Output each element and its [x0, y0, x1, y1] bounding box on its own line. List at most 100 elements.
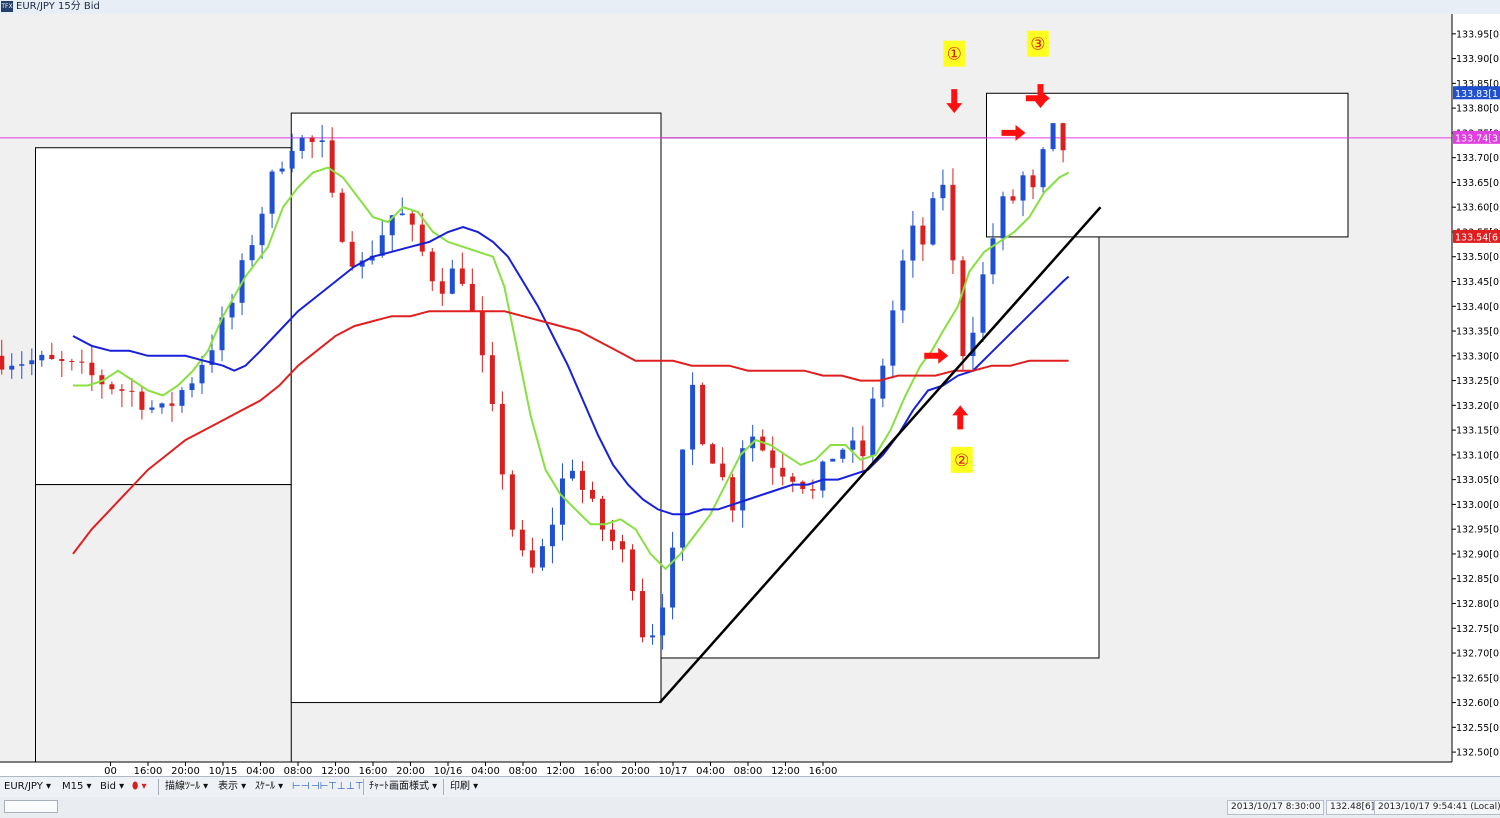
candle-body: [950, 184, 956, 261]
chevron-down-icon: ▾: [470, 781, 479, 792]
scale-menu[interactable]: ｽｹｰﾙ ▾: [255, 780, 283, 794]
chevron-down-icon: ▾: [42, 781, 52, 792]
zoom-in-icon[interactable]: ⊣⊢: [311, 781, 328, 793]
candle-body: [19, 364, 25, 366]
print-menu[interactable]: 印刷 ▾: [450, 780, 478, 794]
price-tick-label: 132.50[0]: [1456, 748, 1500, 759]
time-tick-label: 16:00: [584, 766, 613, 776]
local-time: 2013/10/17 9:54:41 (Local): [1374, 800, 1500, 815]
time-tick-label: 12:00: [546, 766, 575, 776]
candle-body: [189, 383, 195, 391]
candle-body: [379, 235, 385, 256]
toolbar-divider: [443, 779, 444, 795]
print-label: 印刷: [450, 781, 470, 792]
price-tick-label: 133.10[0]: [1456, 450, 1500, 461]
price-type-select[interactable]: Bid ▾: [100, 780, 124, 794]
candle-body: [670, 547, 676, 608]
candle-body: [790, 476, 796, 482]
candle-body: [349, 241, 355, 267]
symbol-select[interactable]: EUR/JPY ▾: [4, 780, 51, 794]
price-tick-label: 133.95[0]: [1456, 29, 1500, 40]
drawing-tools-menu[interactable]: 描線ﾂｰﾙ ▾: [165, 780, 208, 794]
price-tick-label: 133.80[0]: [1456, 104, 1500, 115]
price-tick-label: 133.35[0]: [1456, 327, 1500, 338]
price-tick-label: 133.45[0]: [1456, 277, 1500, 288]
candle-body: [269, 171, 275, 214]
chart-style-menu[interactable]: ﾁｬｰﾄ画面様式 ▾: [369, 780, 437, 794]
chart-style-label: ﾁｬｰﾄ画面様式: [369, 781, 429, 792]
candle-body: [770, 450, 776, 468]
candle-body: [479, 311, 485, 356]
display-label: 表示: [218, 781, 238, 792]
color-drop-icon[interactable]: ⬮ ▾: [132, 781, 146, 793]
candle-body: [710, 444, 716, 464]
candle-body: [960, 260, 966, 357]
scale-label: ｽｹｰﾙ: [255, 781, 275, 792]
time-tick-label: 08:00: [734, 766, 763, 776]
chevron-down-icon: ▾: [429, 781, 438, 792]
candle-body: [109, 384, 115, 390]
candle-body: [980, 274, 986, 333]
candle-body: [640, 591, 646, 638]
candle-body: [910, 225, 916, 261]
candle-body: [1050, 123, 1056, 150]
chevron-down-icon: ▾: [116, 781, 125, 792]
candle-body: [690, 384, 696, 450]
candle-body: [29, 360, 35, 365]
candle-body: [289, 150, 295, 169]
chevron-down-icon: ▾: [238, 781, 247, 792]
annotation-label: ②: [954, 451, 969, 471]
price-tick-label: 132.85[0]: [1456, 574, 1500, 585]
candle-body: [529, 550, 535, 568]
candle-body: [810, 489, 816, 491]
chart-area[interactable]: ①②③ 133.95[0]133.90[0]133.85[0]133.80[0]1…: [0, 14, 1500, 776]
candle-body: [49, 354, 55, 360]
range-box[interactable]: [35, 484, 292, 763]
title-bar: TFX EUR/JPY 15分 Bid: [0, 0, 1500, 15]
candle-body: [299, 137, 305, 151]
range-box[interactable]: [290, 112, 662, 704]
candle-body: [519, 529, 525, 551]
candle-body: [309, 137, 315, 143]
candle-body: [59, 359, 65, 361]
candle-body: [39, 354, 45, 361]
time-tick-label: 10/16: [434, 766, 463, 776]
price-tick-label: 133.15[0]: [1456, 426, 1500, 437]
candle-body: [489, 355, 495, 404]
timeframe-select[interactable]: M15 ▾: [62, 780, 92, 794]
annotation-label: ③: [1030, 35, 1045, 55]
time-tick-label: 04:00: [246, 766, 275, 776]
candle-body: [279, 168, 285, 172]
window-title: EUR/JPY 15分 Bid: [16, 1, 100, 12]
candle-body: [610, 529, 616, 542]
horizontal-scrollbar[interactable]: [4, 800, 58, 813]
candle-body: [249, 245, 255, 261]
candle-body: [459, 268, 465, 284]
price-tick-label: 133.65[0]: [1456, 178, 1500, 189]
time-tick-label: 16:00: [134, 766, 163, 776]
price-tick-label: 132.95[0]: [1456, 525, 1500, 536]
candle-body: [820, 461, 826, 491]
timeframe-label: M15: [62, 781, 84, 792]
price-tick-label: 132.65[0]: [1456, 673, 1500, 684]
expand-vertical-icon[interactable]: ⊤⊥: [328, 781, 345, 793]
shrink-vertical-icon[interactable]: ⊥⊤: [346, 781, 363, 793]
candle-body: [840, 449, 846, 459]
candle-body: [179, 390, 185, 406]
zoom-out-icon[interactable]: ⊢⊣: [292, 781, 309, 793]
price-label-text: 133.74[3: [1455, 133, 1498, 144]
candle-body: [449, 268, 455, 294]
price-tick-label: 132.60[0]: [1456, 698, 1500, 709]
candle-body: [780, 467, 786, 477]
chevron-down-icon: ▾: [200, 781, 209, 792]
time-tick-label: 16:00: [809, 766, 838, 776]
candle-body: [329, 140, 335, 193]
range-box[interactable]: [35, 147, 292, 486]
price-tick-label: 133.70[0]: [1456, 153, 1500, 164]
candle-body: [159, 403, 165, 408]
candle-body: [830, 458, 836, 462]
display-menu[interactable]: 表示 ▾: [218, 780, 246, 794]
candle-body: [549, 524, 555, 547]
candle-body: [409, 213, 415, 225]
chart-toolbar: EUR/JPY ▾ M15 ▾ Bid ▾ ⬮ ▾ 描線ﾂｰﾙ ▾ 表示 ▾ ｽ…: [0, 776, 1500, 798]
